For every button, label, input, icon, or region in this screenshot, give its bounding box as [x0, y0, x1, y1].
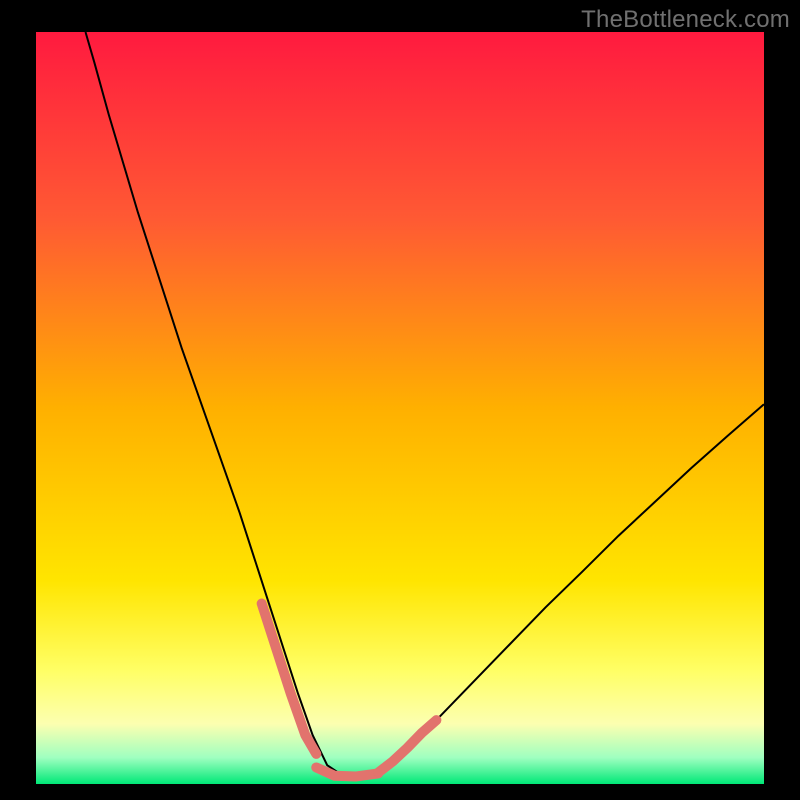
- bottleneck-chart: [0, 0, 800, 800]
- plot-background: [36, 32, 764, 784]
- chart-stage: TheBottleneck.com: [0, 0, 800, 800]
- watermark-label: TheBottleneck.com: [581, 6, 790, 34]
